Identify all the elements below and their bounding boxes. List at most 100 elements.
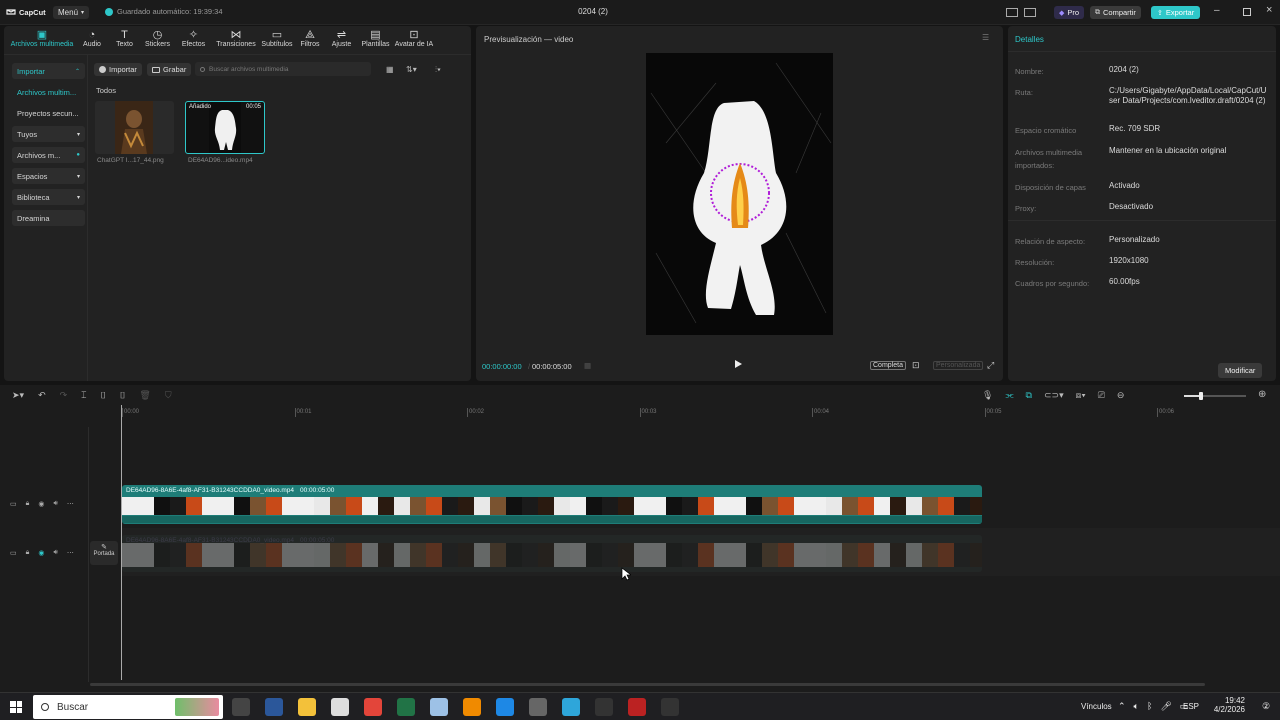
share-button[interactable]: ⧉ Compartir bbox=[1090, 6, 1141, 19]
volume-icon[interactable]: 🔊︎ bbox=[53, 500, 57, 508]
tool-avatar[interactable]: ⊡ Avatar de IA bbox=[393, 29, 435, 48]
record-button[interactable]: Grabar bbox=[147, 63, 192, 76]
more-icon[interactable]: ⋯ bbox=[67, 500, 74, 508]
capcut-icon[interactable] bbox=[661, 698, 679, 716]
fullscreen-icon[interactable]: ⤢ bbox=[987, 360, 994, 371]
word-icon[interactable] bbox=[265, 698, 283, 716]
sidebar-item-1[interactable]: Archivos multim... bbox=[12, 84, 85, 100]
sidebar-item-7[interactable]: Dreamina bbox=[12, 210, 85, 226]
zoom-out-icon[interactable]: ⊖ bbox=[1117, 390, 1125, 401]
lock-icon[interactable]: 🔒︎ bbox=[26, 500, 30, 508]
taskbar-clock[interactable]: 19:42 4/2/2026 bbox=[1205, 696, 1245, 714]
play-icon[interactable] bbox=[735, 360, 742, 368]
volume-icon[interactable]: 🔊︎ bbox=[53, 549, 57, 557]
chevron-up-icon[interactable]: ⌃ bbox=[1118, 701, 1126, 712]
preview-axis-icon[interactable]: ⧈▾ bbox=[1076, 390, 1086, 401]
app-orange-icon[interactable] bbox=[463, 698, 481, 716]
split-left-icon[interactable]: ⌷ bbox=[101, 390, 106, 401]
notifications-icon[interactable]: ② bbox=[1262, 701, 1270, 712]
excel-icon[interactable] bbox=[397, 698, 415, 716]
sidebar-item-0[interactable]: Importar ⌃ bbox=[12, 63, 85, 79]
layout-icon[interactable] bbox=[1006, 8, 1018, 17]
bluetooth-icon[interactable]: ᛒ bbox=[1147, 701, 1152, 712]
undo-icon[interactable]: ↶ bbox=[38, 390, 46, 401]
media-search[interactable]: Buscar archivos multimedia bbox=[195, 62, 371, 76]
export-button[interactable]: ⇪ Exportar bbox=[1151, 6, 1201, 19]
delete-icon[interactable]: 🗑︎ bbox=[139, 390, 150, 401]
video-clip-main[interactable]: DE64AD96-8A6E-4af8-AF31-B31243CCDDA0_vid… bbox=[122, 485, 982, 524]
zoom-slider-handle[interactable] bbox=[1199, 392, 1203, 400]
minimize-icon[interactable]: – bbox=[1214, 5, 1220, 16]
menu-button[interactable]: Menú ▾ bbox=[53, 6, 90, 19]
select-cursor-icon[interactable]: ➤▾ bbox=[12, 390, 24, 401]
tool-subtitles[interactable]: ▭ Subtítulos bbox=[259, 29, 295, 48]
file-explorer-icon[interactable] bbox=[298, 698, 316, 716]
shield-icon[interactable]: ⛉ bbox=[165, 390, 172, 401]
speaker-icon[interactable]: 🔈︎ bbox=[1134, 701, 1139, 712]
close-icon[interactable]: × bbox=[1266, 4, 1272, 16]
video-canvas[interactable] bbox=[646, 53, 833, 335]
tool-text[interactable]: T Texto bbox=[108, 29, 141, 48]
tool-media[interactable]: ▣ Archivos multimedia bbox=[8, 29, 76, 48]
link-clips-icon[interactable]: ⊂⊃▾ bbox=[1044, 390, 1064, 401]
ratio-complete-button[interactable]: Completa bbox=[870, 361, 906, 370]
timecode-grid-icon[interactable]: ▦ bbox=[584, 361, 591, 370]
task-view-icon[interactable] bbox=[232, 698, 250, 716]
video-clip-secondary[interactable]: DE64AD96-8A6E-4af8-AF31-B31243CCDDA0_vid… bbox=[122, 535, 982, 572]
tool-transitions[interactable]: ⋈ Transiciones bbox=[213, 29, 259, 48]
split-icon[interactable]: ⌶ bbox=[81, 390, 86, 401]
caption-icon[interactable]: ⎚ bbox=[1098, 390, 1105, 401]
calculator-icon[interactable] bbox=[529, 698, 547, 716]
modify-button[interactable]: Modificar bbox=[1218, 363, 1263, 378]
import-button[interactable]: Importar bbox=[94, 63, 142, 76]
sidebar-item-2[interactable]: Proyectos secun... bbox=[12, 105, 85, 121]
tool-sticker[interactable]: ◷ Stickers bbox=[141, 29, 174, 48]
sidebar-item-6[interactable]: Biblioteca ▾ bbox=[12, 189, 85, 205]
windows-start-icon[interactable] bbox=[10, 701, 22, 713]
zoom-slider[interactable] bbox=[1184, 392, 1246, 400]
language-indicator[interactable]: ESP bbox=[1183, 702, 1199, 711]
track-frame-icon[interactable]: ▭ bbox=[10, 500, 17, 508]
eye-icon[interactable]: ◉ bbox=[38, 549, 44, 557]
preview-menu-icon[interactable]: ☰ bbox=[982, 33, 989, 42]
zoom-fit-icon[interactable]: ⊡ bbox=[912, 360, 920, 371]
app-blue-icon[interactable] bbox=[496, 698, 514, 716]
timeline-scrollbar[interactable] bbox=[90, 683, 1205, 686]
pro-button[interactable]: ◆ Pro bbox=[1054, 6, 1085, 19]
microphone-icon[interactable]: 🎙︎ bbox=[982, 390, 993, 401]
track-frame-icon[interactable]: ▭ bbox=[10, 549, 17, 557]
links-label[interactable]: Vínculos bbox=[1081, 702, 1112, 711]
eye-icon[interactable]: ◉ bbox=[38, 500, 44, 508]
more-icon[interactable]: ⋯ bbox=[67, 549, 74, 557]
sidebar-item-5[interactable]: Espacios ▾ bbox=[12, 168, 85, 184]
filter-icon[interactable]: ⫶▾ bbox=[435, 65, 441, 75]
store-icon[interactable] bbox=[331, 698, 349, 716]
sort-icon[interactable]: ⇅▾ bbox=[406, 65, 417, 74]
tool-effects[interactable]: ✧ Efectos bbox=[174, 29, 213, 48]
notes-icon[interactable] bbox=[430, 698, 448, 716]
maximize-icon[interactable] bbox=[1243, 8, 1251, 16]
tool-audio[interactable]: ◔ Audio bbox=[76, 29, 108, 48]
shortcut-icon[interactable] bbox=[1024, 8, 1036, 17]
zoom-in-icon[interactable]: ⊕ bbox=[1258, 389, 1266, 400]
auto-snap-icon[interactable]: ⧉ bbox=[1026, 390, 1032, 401]
microphone-icon[interactable]: 🎤︎ bbox=[1160, 701, 1171, 712]
sidebar-item-3[interactable]: Tuyos ▾ bbox=[12, 126, 85, 142]
player-icon[interactable] bbox=[595, 698, 613, 716]
recorder-icon[interactable] bbox=[628, 698, 646, 716]
magnet-link-icon[interactable]: ⫘ bbox=[1005, 390, 1013, 401]
tool-adjust[interactable]: ⇌ Ajuste bbox=[325, 29, 358, 48]
lock-icon[interactable]: 🔒︎ bbox=[26, 549, 30, 557]
tool-filters[interactable]: ⟁ Filtros bbox=[295, 29, 325, 48]
redo-icon[interactable]: ↷ bbox=[60, 390, 68, 401]
media-thumbnail-image[interactable] bbox=[95, 101, 174, 154]
telegram-icon[interactable] bbox=[562, 698, 580, 716]
taskbar-search[interactable]: Buscar bbox=[33, 695, 223, 719]
cover-button[interactable]: ✎ Portada bbox=[90, 541, 118, 565]
split-right-icon[interactable]: ⌷ bbox=[120, 390, 125, 401]
tool-templates[interactable]: ▤ Plantillas bbox=[358, 29, 393, 48]
chrome-icon[interactable] bbox=[364, 698, 382, 716]
ratio-custom-button[interactable]: Personalizada bbox=[933, 361, 984, 370]
grid-view-icon[interactable]: ▦ bbox=[386, 65, 394, 74]
sidebar-item-4[interactable]: Archivos m... ● bbox=[12, 147, 85, 163]
